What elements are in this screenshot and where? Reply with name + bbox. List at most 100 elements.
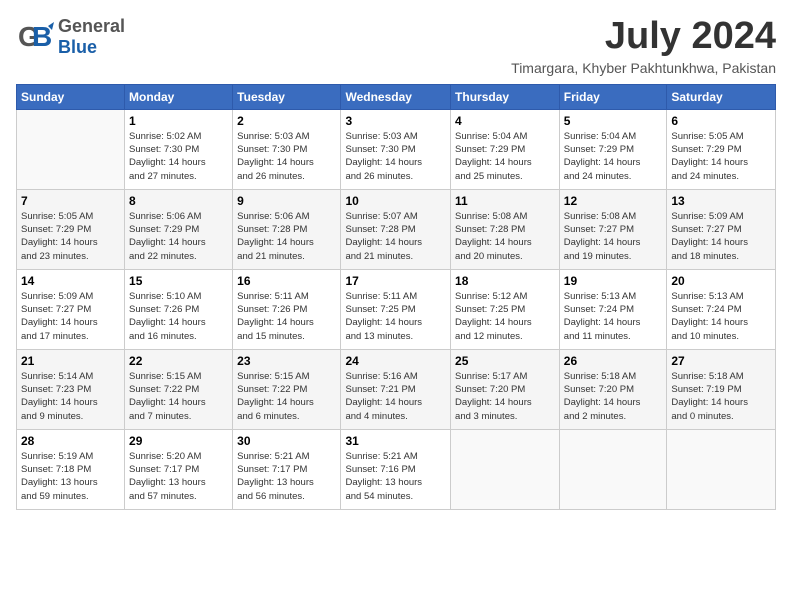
calendar-cell: 14 Sunrise: 5:09 AMSunset: 7:27 PMDayligh…	[17, 269, 125, 349]
day-number: 2	[237, 114, 336, 128]
day-number: 10	[345, 194, 446, 208]
day-number: 23	[237, 354, 336, 368]
day-number: 27	[671, 354, 771, 368]
calendar-cell	[17, 109, 125, 189]
day-info: Sunrise: 5:04 AMSunset: 7:29 PMDaylight:…	[564, 130, 663, 183]
day-number: 5	[564, 114, 663, 128]
header-day: Thursday	[451, 84, 560, 109]
calendar-cell	[559, 429, 667, 509]
day-info: Sunrise: 5:05 AMSunset: 7:29 PMDaylight:…	[21, 210, 120, 263]
day-info: Sunrise: 5:14 AMSunset: 7:23 PMDaylight:…	[21, 370, 120, 423]
calendar-cell: 6 Sunrise: 5:05 AMSunset: 7:29 PMDaylight…	[667, 109, 776, 189]
day-info: Sunrise: 5:03 AMSunset: 7:30 PMDaylight:…	[237, 130, 336, 183]
day-info: Sunrise: 5:19 AMSunset: 7:18 PMDaylight:…	[21, 450, 120, 503]
day-number: 4	[455, 114, 555, 128]
day-number: 29	[129, 434, 228, 448]
day-number: 11	[455, 194, 555, 208]
day-info: Sunrise: 5:21 AMSunset: 7:16 PMDaylight:…	[345, 450, 446, 503]
calendar-cell: 21 Sunrise: 5:14 AMSunset: 7:23 PMDayligh…	[17, 349, 125, 429]
location-subtitle: Timargara, Khyber Pakhtunkhwa, Pakistan	[511, 60, 776, 76]
day-number: 20	[671, 274, 771, 288]
calendar-cell: 8 Sunrise: 5:06 AMSunset: 7:29 PMDaylight…	[125, 189, 233, 269]
day-info: Sunrise: 5:16 AMSunset: 7:21 PMDaylight:…	[345, 370, 446, 423]
day-number: 25	[455, 354, 555, 368]
day-info: Sunrise: 5:13 AMSunset: 7:24 PMDaylight:…	[564, 290, 663, 343]
calendar-cell: 31 Sunrise: 5:21 AMSunset: 7:16 PMDayligh…	[341, 429, 451, 509]
logo: G B General Blue	[16, 16, 125, 58]
calendar-cell: 13 Sunrise: 5:09 AMSunset: 7:27 PMDayligh…	[667, 189, 776, 269]
day-info: Sunrise: 5:18 AMSunset: 7:19 PMDaylight:…	[671, 370, 771, 423]
day-info: Sunrise: 5:11 AMSunset: 7:25 PMDaylight:…	[345, 290, 446, 343]
day-info: Sunrise: 5:09 AMSunset: 7:27 PMDaylight:…	[21, 290, 120, 343]
day-info: Sunrise: 5:02 AMSunset: 7:30 PMDaylight:…	[129, 130, 228, 183]
day-number: 15	[129, 274, 228, 288]
calendar-cell: 10 Sunrise: 5:07 AMSunset: 7:28 PMDayligh…	[341, 189, 451, 269]
day-number: 1	[129, 114, 228, 128]
day-info: Sunrise: 5:18 AMSunset: 7:20 PMDaylight:…	[564, 370, 663, 423]
logo-icon: G B	[16, 18, 54, 56]
day-number: 26	[564, 354, 663, 368]
calendar-cell: 18Sunrise: 5:12 AMSunset: 7:25 PMDayligh…	[451, 269, 560, 349]
calendar-week-row: 14 Sunrise: 5:09 AMSunset: 7:27 PMDayligh…	[17, 269, 776, 349]
day-info: Sunrise: 5:07 AMSunset: 7:28 PMDaylight:…	[345, 210, 446, 263]
header-day: Sunday	[17, 84, 125, 109]
day-number: 24	[345, 354, 446, 368]
day-number: 31	[345, 434, 446, 448]
calendar-week-row: 7 Sunrise: 5:05 AMSunset: 7:29 PMDaylight…	[17, 189, 776, 269]
calendar-cell: 4 Sunrise: 5:04 AMSunset: 7:29 PMDaylight…	[451, 109, 560, 189]
day-number: 21	[21, 354, 120, 368]
day-info: Sunrise: 5:15 AMSunset: 7:22 PMDaylight:…	[237, 370, 336, 423]
calendar-cell: 27 Sunrise: 5:18 AMSunset: 7:19 PMDayligh…	[667, 349, 776, 429]
calendar-cell	[451, 429, 560, 509]
day-info: Sunrise: 5:21 AMSunset: 7:17 PMDaylight:…	[237, 450, 336, 503]
header-day: Friday	[559, 84, 667, 109]
calendar-cell: 1 Sunrise: 5:02 AMSunset: 7:30 PMDaylight…	[125, 109, 233, 189]
day-number: 19	[564, 274, 663, 288]
calendar-table: SundayMondayTuesdayWednesdayThursdayFrid…	[16, 84, 776, 510]
day-info: Sunrise: 5:08 AMSunset: 7:28 PMDaylight:…	[455, 210, 555, 263]
calendar-week-row: 28Sunrise: 5:19 AMSunset: 7:18 PMDayligh…	[17, 429, 776, 509]
day-info: Sunrise: 5:13 AMSunset: 7:24 PMDaylight:…	[671, 290, 771, 343]
day-info: Sunrise: 5:12 AMSunset: 7:25 PMDaylight:…	[455, 290, 555, 343]
day-info: Sunrise: 5:08 AMSunset: 7:27 PMDaylight:…	[564, 210, 663, 263]
calendar-cell: 15Sunrise: 5:10 AMSunset: 7:26 PMDayligh…	[125, 269, 233, 349]
day-number: 14	[21, 274, 120, 288]
day-number: 13	[671, 194, 771, 208]
day-info: Sunrise: 5:17 AMSunset: 7:20 PMDaylight:…	[455, 370, 555, 423]
calendar-cell: 16 Sunrise: 5:11 AMSunset: 7:26 PMDayligh…	[233, 269, 341, 349]
day-number: 6	[671, 114, 771, 128]
day-number: 9	[237, 194, 336, 208]
day-info: Sunrise: 5:20 AMSunset: 7:17 PMDaylight:…	[129, 450, 228, 503]
day-number: 7	[21, 194, 120, 208]
day-info: Sunrise: 5:06 AMSunset: 7:29 PMDaylight:…	[129, 210, 228, 263]
day-info: Sunrise: 5:06 AMSunset: 7:28 PMDaylight:…	[237, 210, 336, 263]
calendar-cell: 19 Sunrise: 5:13 AMSunset: 7:24 PMDayligh…	[559, 269, 667, 349]
day-info: Sunrise: 5:04 AMSunset: 7:29 PMDaylight:…	[455, 130, 555, 183]
calendar-cell: 2 Sunrise: 5:03 AMSunset: 7:30 PMDaylight…	[233, 109, 341, 189]
calendar-cell: 23 Sunrise: 5:15 AMSunset: 7:22 PMDayligh…	[233, 349, 341, 429]
day-number: 12	[564, 194, 663, 208]
day-info: Sunrise: 5:09 AMSunset: 7:27 PMDaylight:…	[671, 210, 771, 263]
calendar-body: 1 Sunrise: 5:02 AMSunset: 7:30 PMDaylight…	[17, 109, 776, 509]
calendar-week-row: 21 Sunrise: 5:14 AMSunset: 7:23 PMDayligh…	[17, 349, 776, 429]
day-info: Sunrise: 5:05 AMSunset: 7:29 PMDaylight:…	[671, 130, 771, 183]
day-number: 30	[237, 434, 336, 448]
header-day: Saturday	[667, 84, 776, 109]
calendar-cell: 7 Sunrise: 5:05 AMSunset: 7:29 PMDaylight…	[17, 189, 125, 269]
day-info: Sunrise: 5:03 AMSunset: 7:30 PMDaylight:…	[345, 130, 446, 183]
day-info: Sunrise: 5:11 AMSunset: 7:26 PMDaylight:…	[237, 290, 336, 343]
page-header: G B General Blue July 2024 Timargara, Kh…	[16, 16, 776, 76]
calendar-cell: 26 Sunrise: 5:18 AMSunset: 7:20 PMDayligh…	[559, 349, 667, 429]
header-day: Tuesday	[233, 84, 341, 109]
day-number: 16	[237, 274, 336, 288]
day-info: Sunrise: 5:15 AMSunset: 7:22 PMDaylight:…	[129, 370, 228, 423]
calendar-cell: 25 Sunrise: 5:17 AMSunset: 7:20 PMDayligh…	[451, 349, 560, 429]
calendar-cell: 12 Sunrise: 5:08 AMSunset: 7:27 PMDayligh…	[559, 189, 667, 269]
calendar-cell: 28Sunrise: 5:19 AMSunset: 7:18 PMDayligh…	[17, 429, 125, 509]
day-number: 8	[129, 194, 228, 208]
calendar-cell	[667, 429, 776, 509]
calendar-cell: 29 Sunrise: 5:20 AMSunset: 7:17 PMDayligh…	[125, 429, 233, 509]
calendar-cell: 5 Sunrise: 5:04 AMSunset: 7:29 PMDaylight…	[559, 109, 667, 189]
logo-blue: Blue	[58, 37, 125, 58]
header-row: SundayMondayTuesdayWednesdayThursdayFrid…	[17, 84, 776, 109]
